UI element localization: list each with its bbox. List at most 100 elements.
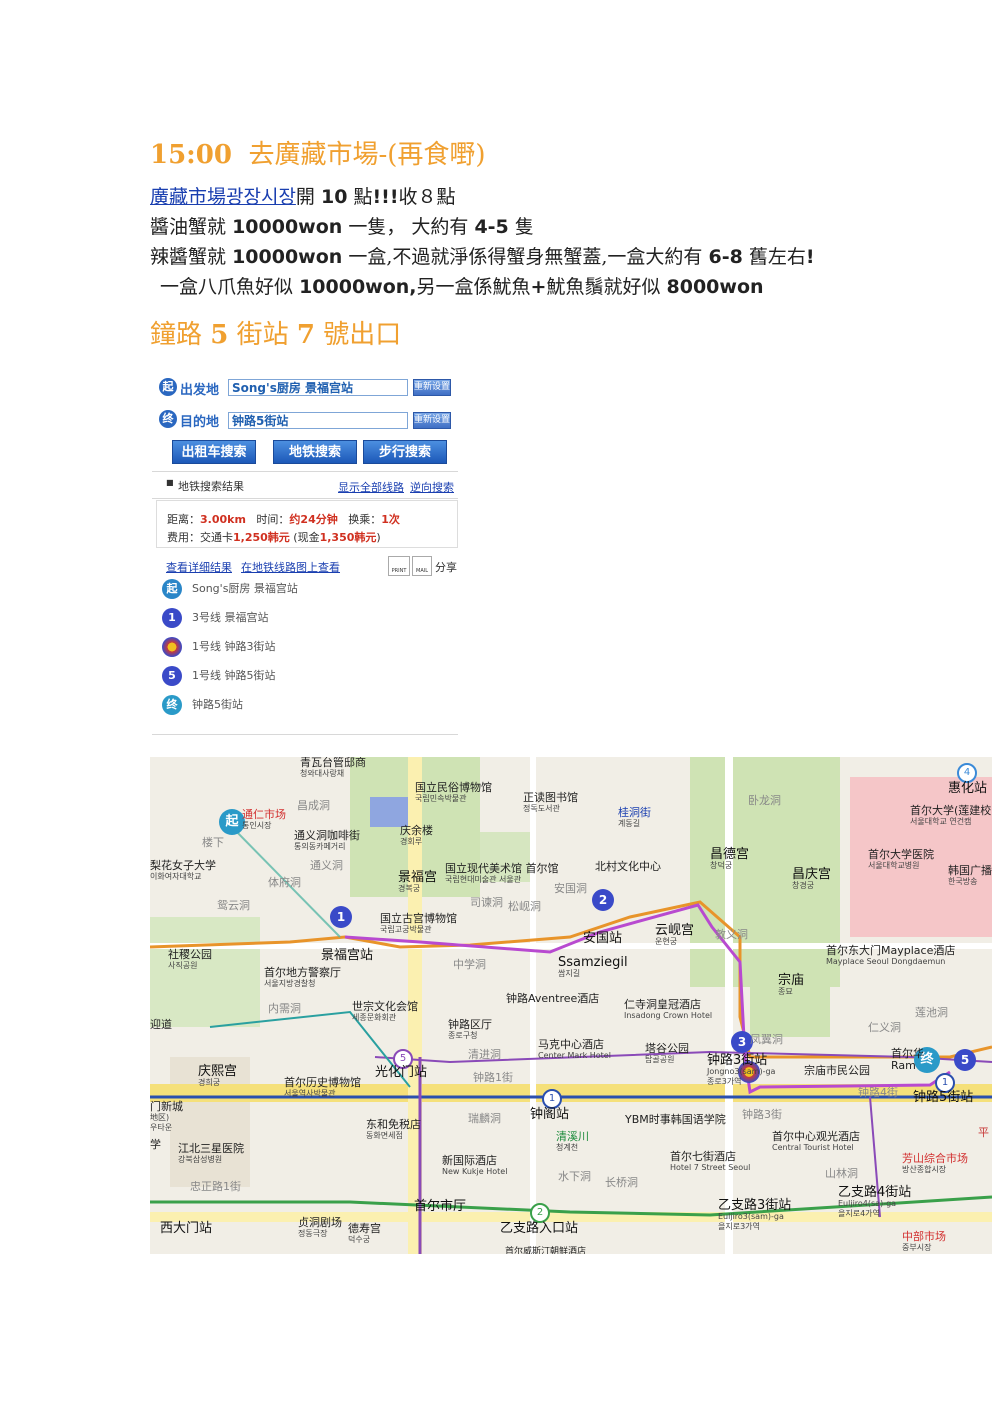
bullet-icon: ■ (166, 478, 174, 487)
map-label: 乙支路入口站 (500, 1221, 579, 1236)
route-search-panel: 起 出发地 Song's厨房 景福宫站 重新设置 终 目的地 钟路5街站 重新设… (150, 370, 462, 738)
walk-search-button[interactable]: 步行搜索 (363, 440, 447, 464)
origin-reset-button[interactable]: 重新设置 (413, 379, 451, 396)
spicy-crab-price: 10000won (232, 246, 343, 268)
map-label: 楼下 (202, 836, 224, 849)
route-marker-5-icon[interactable]: 5 (954, 1049, 976, 1071)
map-label: 首尔中心观光酒店 Central Tourist Hotel (772, 1130, 860, 1153)
route-stop: 1号线 钟路3街站 (162, 637, 276, 657)
start-pin-icon: 起 (162, 579, 182, 599)
print-icon[interactable]: PRINT (388, 556, 410, 576)
market-link[interactable]: 廣藏市場광장시장 (150, 186, 296, 208)
results-title: 地铁搜索结果 (178, 480, 244, 493)
map-label: 安国站 (583, 931, 623, 946)
map-label: 首尔地方警察厅 서울지방경찰청 (264, 966, 341, 989)
map-label: 首尔东大门Mayplace酒店 Mayplace Seoul Dongdaemun (826, 944, 956, 967)
map-label: 中学洞 (453, 958, 486, 971)
map-label: 莲池洞 (915, 1006, 948, 1019)
divider (152, 498, 458, 499)
map-label: 惠化站 (948, 781, 988, 796)
map-label: 钟路3街 (742, 1108, 782, 1121)
map-label: 景福宫站 (321, 948, 374, 963)
destination-reset-button[interactable]: 重新设置 (413, 412, 451, 429)
map-label: 钟路3街站 Jongno3(sam)-ga 종로3가역 (707, 1053, 776, 1086)
map-label: 安国洞 (554, 882, 587, 895)
route-map[interactable]: 起 1 2 3 终 5 4 1 1 2 5 通仁市场 통인시장 青瓦台管邸商 청와대… (150, 757, 992, 1254)
stop-label: 钟路5街站 (192, 698, 243, 711)
map-label: 钟路4街 (858, 1086, 898, 1099)
destination-label: 目的地 (180, 415, 220, 430)
taxi-search-button[interactable]: 出租车搜索 (172, 440, 256, 464)
octopus-line: 一盒八爪魚好似 10000won,另一盒係魷魚+魷魚鬚就好似 8000won (160, 272, 764, 299)
map-label: 正读图书馆 정독도서관 (523, 791, 578, 814)
divider (152, 471, 458, 472)
soy-crab-text: 一隻， 大約有 (348, 216, 469, 238)
step-pin-icon: 1 (162, 608, 182, 628)
spicy-crab-exclaim: ! (805, 246, 815, 268)
map-label: 平 (978, 1126, 989, 1139)
map-label: 首尔大学医院 서울대학교병원 (868, 848, 934, 871)
map-label: 仁寺洞皇冠酒店 Insadong Crown Hotel (624, 998, 713, 1021)
spicy-crab-count: 6-8 (708, 246, 743, 268)
map-label: 国立现代美术馆 首尔馆 국립현대미술관 서울관 (445, 862, 559, 885)
map-label: Ram (891, 1059, 916, 1072)
map-label: 水下洞 (558, 1170, 591, 1183)
map-label: 首尔历史博物馆 서울역사박물관 (284, 1076, 361, 1099)
map-label: 首尔七街酒店 Hotel 7 Street Seoul (670, 1150, 751, 1173)
map-label: 国立古宫博物馆 국립고궁박물관 (380, 912, 457, 935)
transfer-label: 换乘： (348, 513, 382, 526)
divider (152, 734, 458, 735)
map-label: 体府洞 (268, 876, 301, 889)
origin-input[interactable]: Song's厨房 景福宫站 (228, 379, 408, 396)
transfer-value: 1次 (381, 513, 400, 526)
spicy-crab-label: 辣醬蟹就 (150, 246, 227, 268)
octopus-label: 一盒八爪魚好似 (160, 276, 294, 298)
map-label: 光化门站 (375, 1065, 428, 1080)
soy-crab-price: 10000won (232, 216, 343, 238)
end-pin-icon: 终 (162, 695, 182, 715)
origin-label: 出发地 (180, 383, 220, 398)
station-heading-b: 街站 (236, 320, 289, 350)
distance-value: 3.00km (200, 513, 246, 526)
route-marker-2-icon[interactable]: 2 (592, 889, 614, 911)
mail-icon[interactable]: MAIL (412, 556, 432, 576)
fare-card-value: 1,250韩元 (233, 531, 290, 544)
summary-line-1: 距离：3.00km 时间：约24分钟 换乘：1次 (167, 511, 400, 527)
share-button[interactable]: 分享 (435, 559, 457, 575)
map-label: 松岘洞 (508, 900, 541, 913)
heading-text: 去廣藏市場-(再食嘢) (248, 140, 486, 170)
map-label: 云岘宫 운현궁 (655, 923, 695, 946)
route-stop: 5 1号线 钟路5街站 (162, 666, 276, 686)
step-pin-icon: 5 (162, 666, 182, 686)
map-label: 迎道 (150, 1018, 172, 1031)
spicy-crab-unit: 舊左右 (748, 246, 806, 268)
map-label: 景福宫 경복궁 (398, 870, 438, 893)
spicy-crab-text: 一盒,不過就淨係得蟹身無蟹蓋,一盒大約有 (348, 246, 703, 268)
detail-link[interactable]: 查看详细结果 (166, 559, 232, 575)
station-heading-n2: 7 (296, 320, 316, 350)
map-label: 贞洞剧场 정동극장 (298, 1216, 342, 1239)
stop-label: 1号线 钟路5街站 (192, 669, 276, 682)
map-label: 宗庙市民公园 (804, 1064, 870, 1077)
map-label: 钟路区厅 종로구청 (448, 1018, 492, 1041)
route-marker-1-icon[interactable]: 1 (330, 906, 352, 928)
map-label: 首尔威斯汀朝鲜酒店 (505, 1247, 587, 1254)
station-heading-a: 鐘路 (150, 320, 203, 350)
subway-search-button[interactable]: 地铁搜索 (273, 440, 357, 464)
map-label: 瑞麟洞 (468, 1112, 501, 1125)
map-label: 江北三星医院 강북삼성병원 (178, 1142, 244, 1165)
map-label: 西大门站 (160, 1221, 213, 1236)
exclaim: !!! (372, 186, 399, 208)
map-view-link[interactable]: 在地铁线路图上查看 (241, 559, 340, 575)
time-value: 约24分钟 (289, 513, 338, 526)
destination-input[interactable]: 钟路5街站 (228, 412, 408, 429)
map-label: 中部市场 중부시장 (902, 1230, 946, 1253)
show-all-link[interactable]: 显示全部线路 (338, 479, 404, 495)
line2-station-icon: 2 (530, 1203, 550, 1223)
map-label: 钟路Aventree酒店 (506, 992, 600, 1005)
map-label: 世宗文化会馆 세종문화회관 (352, 1000, 418, 1023)
map-label: 新国际酒店 New Kukje Hotel (442, 1154, 508, 1177)
open-hour: 10 (320, 186, 348, 208)
map-label: 通义洞咖啡街 통의동카페거리 (294, 829, 360, 852)
reverse-search-link[interactable]: 逆向搜索 (410, 479, 454, 495)
